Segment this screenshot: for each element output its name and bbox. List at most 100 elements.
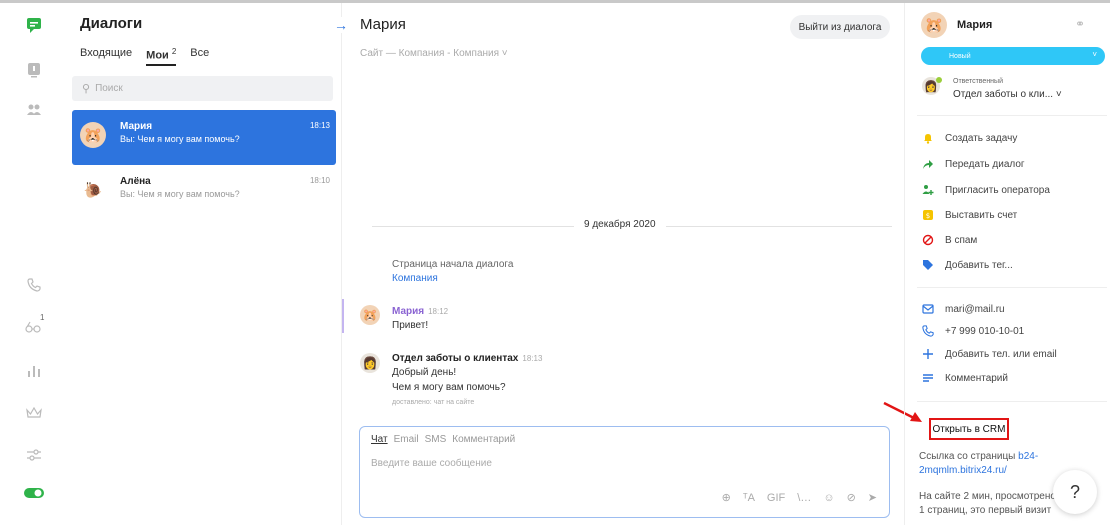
notifications-icon[interactable]: [24, 60, 44, 80]
commands-icon[interactable]: \…: [797, 492, 811, 504]
client-panel: 🐹 Мария ⚭ Новый ˅ 👩 Ответственный Отдел …: [904, 3, 1110, 525]
responsible-select[interactable]: Отдел заботы о кли... ˅: [953, 89, 1062, 100]
help-button[interactable]: ?: [1053, 470, 1097, 514]
action-label: Передать диалог: [945, 158, 1025, 170]
mail-icon: [921, 302, 935, 316]
glasses-icon[interactable]: 1: [24, 313, 44, 337]
divider: [917, 401, 1107, 402]
snail-avatar: 🐌: [83, 182, 103, 199]
message-composer: Чат Email SMS Комментарий Введите ваше с…: [359, 426, 890, 518]
left-rail: 1: [0, 3, 66, 525]
dialog-preview: Вы: Чем я могу вам помочь?: [120, 134, 240, 144]
message-input[interactable]: Введите ваше сообщение: [371, 458, 492, 469]
system-link[interactable]: Компания: [392, 273, 438, 284]
dialog-item[interactable]: 🐹 Мария Вы: Чем я могу вам помочь? 18:13: [72, 110, 336, 165]
chevron-down-icon: ˅: [1092, 50, 1097, 59]
tab-all[interactable]: Все: [190, 47, 209, 62]
action-label: Добавить тег...: [945, 259, 1013, 271]
chat-title: Мария: [360, 16, 406, 33]
invoice-icon: $: [921, 208, 935, 222]
dialog-tabs: Входящие Мои 2 Все: [80, 47, 209, 66]
messenger-app: 1 Диалоги Входящие Мои 2 Все ⚲ Поиск 🐹 Ма…: [0, 0, 1110, 525]
dialogs-list: Диалоги Входящие Мои 2 Все ⚲ Поиск 🐹 Мари…: [66, 3, 342, 525]
search-placeholder: Поиск: [95, 83, 123, 94]
contact-value: mari@mail.ru: [945, 303, 1005, 315]
add-contact-action[interactable]: Добавить тел. или email: [921, 346, 1057, 362]
leave-dialog-button[interactable]: Выйти из диалога: [790, 15, 890, 39]
attach-icon[interactable]: ⊘: [847, 491, 856, 504]
search-input[interactable]: ⚲ Поиск: [72, 76, 333, 101]
open-crm-button[interactable]: Открыть в CRM: [929, 418, 1009, 440]
chat-area: → Мария Выйти из диалога Сайт — Компания…: [334, 3, 904, 525]
hamster-avatar: 🐹: [360, 305, 380, 325]
crown-icon[interactable]: [24, 403, 44, 423]
hamster-avatar: 🐹: [80, 122, 106, 148]
forward-dialog-action[interactable]: Передать диалог: [921, 156, 1025, 172]
operator-avatar: 👩: [360, 353, 380, 373]
comment-icon: [921, 371, 935, 385]
crosshair-icon[interactable]: ⊕: [722, 491, 731, 504]
spam-icon: [921, 233, 935, 247]
composer-tab-email[interactable]: Email: [394, 434, 419, 445]
add-user-icon: [921, 183, 935, 197]
online-toggle[interactable]: [24, 483, 44, 503]
link-icon[interactable]: ⚭: [1075, 17, 1085, 31]
action-label: Создать задачу: [945, 132, 1018, 144]
status-dropdown[interactable]: Новый ˅: [921, 47, 1105, 65]
note-prefix: Ссылка со страницы: [919, 451, 1019, 462]
statistics-icon[interactable]: [24, 361, 44, 381]
responsible-label: Ответственный: [953, 78, 1003, 85]
date-divider: 9 декабря 2020: [574, 219, 666, 230]
send-icon[interactable]: ➤: [868, 491, 877, 504]
source-page-note: Ссылка со страницы b24-2mqmlm.bitrix24.r…: [919, 450, 1039, 478]
message-text: Чем я могу вам помочь?: [392, 382, 506, 393]
dialog-time: 18:10: [309, 176, 330, 185]
chats-icon[interactable]: [24, 15, 44, 35]
invite-operator-action[interactable]: Пригласить оператора: [921, 182, 1050, 198]
bell-icon: [921, 131, 935, 145]
spam-action[interactable]: В спам: [921, 232, 977, 248]
phone-icon[interactable]: [24, 275, 44, 295]
dialog-name: Алёна: [120, 176, 151, 187]
action-label: Комментарий: [945, 372, 1008, 384]
composer-tab-comment[interactable]: Комментарий: [452, 434, 515, 445]
format-text-icon[interactable]: ᵀA: [743, 492, 755, 504]
issue-invoice-action[interactable]: $ Выставить счет: [921, 207, 1017, 223]
online-dot: [936, 77, 942, 83]
create-task-action[interactable]: Создать задачу: [921, 130, 1017, 146]
hamster-avatar: 🐹: [921, 12, 947, 38]
chat-source[interactable]: Сайт — Компания - Компания ˅: [360, 48, 508, 59]
action-label: В спам: [945, 234, 978, 246]
message-time: 18:12: [428, 307, 449, 316]
composer-tools: ⊕ ᵀA GIF \… ☺ ⊘ ➤: [722, 491, 877, 505]
settings-sliders-icon[interactable]: [24, 445, 44, 465]
composer-tab-sms[interactable]: SMS: [425, 434, 447, 445]
dialogs-title: Диалоги: [80, 15, 143, 32]
divider: [917, 287, 1107, 288]
tab-incoming[interactable]: Входящие: [80, 47, 132, 62]
contact-phone[interactable]: +7 999 010-10-01: [921, 323, 1024, 339]
delivery-status: доставлено: чат на сайте: [392, 399, 475, 406]
contact-value: +7 999 010-10-01: [945, 325, 1025, 337]
collapse-arrow-icon[interactable]: →: [334, 17, 348, 33]
comment-action[interactable]: Комментарий: [921, 370, 1008, 386]
add-tag-action[interactable]: Добавить тег...: [921, 257, 1013, 273]
phone-icon: [921, 324, 935, 338]
message-author: Мария 18:12: [392, 306, 448, 317]
unread-marker: [342, 299, 344, 333]
client-name: Мария: [957, 19, 993, 31]
message-text: Добрый день!: [392, 367, 457, 378]
message-text: Привет!: [392, 320, 429, 331]
gif-button[interactable]: GIF: [767, 492, 785, 504]
dialog-item[interactable]: 🐌 Алёна Вы: Чем я могу вам помочь? 18:10: [72, 165, 336, 220]
composer-tabs: Чат Email SMS Комментарий: [371, 434, 515, 445]
composer-tab-chat[interactable]: Чат: [371, 434, 388, 445]
tab-label: Все: [190, 47, 210, 59]
tab-label: Мои: [146, 49, 169, 62]
contacts-icon[interactable]: [24, 100, 44, 120]
dialog-preview: Вы: Чем я могу вам помочь?: [120, 189, 240, 199]
dialog-time: 18:13: [309, 121, 330, 130]
smile-icon[interactable]: ☺: [823, 492, 834, 504]
tab-mine[interactable]: Мои 2: [146, 47, 177, 66]
contact-email[interactable]: mari@mail.ru: [921, 301, 1005, 317]
